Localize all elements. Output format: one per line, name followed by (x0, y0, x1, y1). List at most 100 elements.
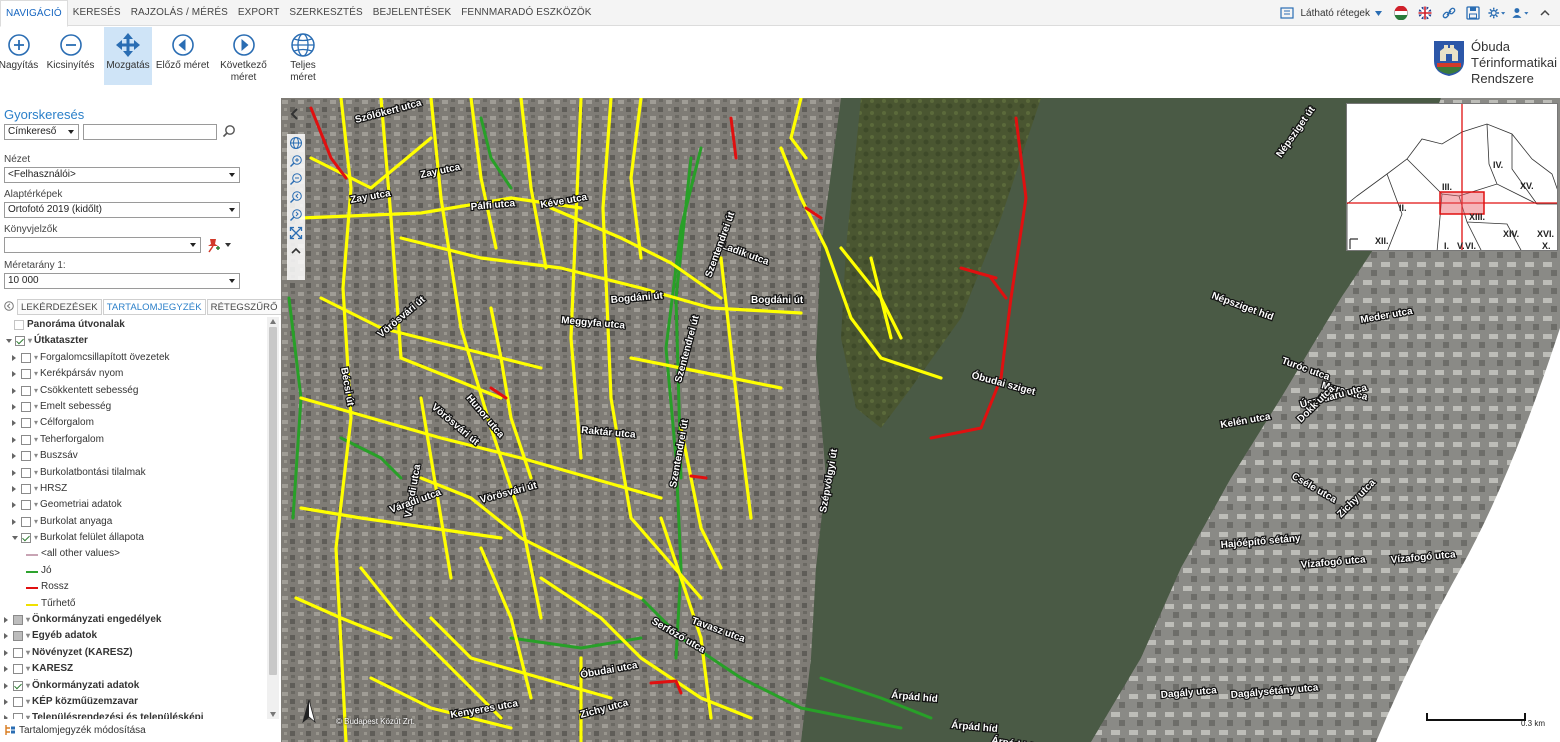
gear-icon[interactable] (1488, 4, 1506, 22)
link-icon[interactable] (1440, 4, 1458, 22)
toc-item[interactable]: ▾ Önkormányzati engedélyek (0, 612, 267, 628)
collapsed-arrow-icon[interactable] (4, 633, 8, 640)
collapsed-arrow-icon[interactable] (4, 715, 8, 719)
layer-checkbox[interactable] (13, 696, 23, 707)
layer-options-icon[interactable]: ▾ (34, 530, 38, 546)
toc-edit-link[interactable]: Tartalomjegyzék módosítása (4, 724, 146, 736)
collapsed-arrow-icon[interactable] (12, 420, 16, 427)
layer-checkbox[interactable] (21, 516, 31, 527)
layer-options-icon[interactable]: ▾ (34, 497, 38, 513)
search-mode-select[interactable]: Címkereső (4, 124, 79, 140)
expanded-arrow-icon[interactable] (12, 536, 18, 541)
layer-options-icon[interactable]: ▾ (26, 661, 30, 677)
toc-item[interactable]: ▾ Településrendezési és településképi (0, 710, 267, 719)
add-bookmark-pin-icon[interactable] (205, 237, 233, 256)
layer-options-icon[interactable]: ▾ (34, 448, 38, 464)
layer-options-icon[interactable]: ▾ (26, 694, 30, 710)
toc-item[interactable]: ▾ Emelt sebesség (0, 399, 267, 415)
toc-item[interactable]: ▾ Geometriai adatok (0, 497, 267, 513)
map-extent-button[interactable] (288, 224, 304, 242)
layer-checkbox[interactable] (13, 680, 23, 691)
search-icon[interactable] (222, 124, 236, 141)
toc-item[interactable]: ▾ Kerékpársáv nyom (0, 366, 267, 382)
collapsed-arrow-icon[interactable] (12, 453, 16, 460)
tab-szerkesztes[interactable]: SZERKESZTÉS (284, 0, 367, 26)
toc-item[interactable]: <all other values> (0, 546, 267, 562)
toc-item[interactable]: ▾ Teherforgalom (0, 432, 267, 448)
toc-item[interactable]: Rossz (0, 579, 267, 595)
view-select[interactable]: <Felhasználói> (4, 167, 240, 183)
layer-checkbox[interactable] (13, 647, 23, 658)
collapsed-arrow-icon[interactable] (12, 436, 16, 443)
toc-item[interactable]: ▾ Önkormányzati adatok (0, 678, 267, 694)
collapsed-arrow-icon[interactable] (12, 371, 16, 378)
save-icon[interactable] (1464, 4, 1482, 22)
toc-item[interactable]: ▾ KÉP közműüzemzavar (0, 694, 267, 710)
layer-options-icon[interactable]: ▾ (34, 415, 38, 431)
collapsed-arrow-icon[interactable] (4, 617, 8, 624)
chevron-up-icon[interactable] (1536, 4, 1554, 22)
overview-extent-box[interactable] (1439, 191, 1485, 215)
tab-queries[interactable]: LEKÉRDEZÉSEK (17, 299, 102, 315)
toc-item[interactable]: ▾ Burkolat felület állapota (0, 530, 267, 546)
pan-button[interactable]: Mozgatás (104, 27, 152, 85)
layer-checkbox[interactable] (21, 467, 31, 478)
layer-options-icon[interactable]: ▾ (34, 481, 38, 497)
layer-checkbox[interactable] (14, 320, 24, 330)
toc-scroll-thumb[interactable] (269, 327, 277, 675)
full-extent-button[interactable]: Teljes méret (274, 27, 332, 85)
tab-bejelentesek[interactable]: BEJELENTÉSEK (368, 0, 456, 26)
layer-options-icon[interactable]: ▾ (26, 612, 30, 628)
layer-checkbox[interactable] (21, 369, 31, 380)
collapse-panel-button[interactable] (287, 106, 303, 122)
bookmarks-select[interactable] (4, 237, 201, 253)
layer-checkbox[interactable] (21, 500, 31, 511)
layer-options-icon[interactable]: ▾ (34, 465, 38, 481)
layer-options-icon[interactable]: ▾ (26, 678, 30, 694)
toc-item[interactable]: ▾ Forgalomcsillapított övezetek (0, 350, 267, 366)
toc-item[interactable]: ▾ Útkataszter (0, 333, 267, 349)
zoom-out-button[interactable]: Kicsinyítés (37, 27, 104, 85)
scale-select[interactable]: 10 000 (4, 273, 240, 289)
layer-checkbox[interactable] (21, 352, 31, 363)
layer-checkbox[interactable] (21, 385, 31, 396)
next-extent-button[interactable]: Következő méret (213, 27, 274, 85)
layer-options-icon[interactable]: ▾ (34, 350, 38, 366)
map-zoom-previous-button[interactable] (288, 188, 304, 206)
map-zoom-next-button[interactable] (288, 206, 304, 224)
toc-item[interactable]: Panoráma útvonalak (0, 317, 267, 333)
tab-rajzolas-meres[interactable]: RAJZOLÁS / MÉRÉS (126, 0, 233, 26)
toc-scrollbar[interactable] (267, 317, 279, 719)
visible-layers-button[interactable]: Látható rétegek (1274, 4, 1387, 22)
overview-map[interactable]: III. II. IV. XV. XIII. XIV. XVI. X. XII. I. V. VI. (1346, 103, 1558, 251)
collapsed-arrow-icon[interactable] (12, 354, 16, 361)
collapsed-arrow-icon[interactable] (12, 518, 16, 525)
layer-options-icon[interactable]: ▾ (34, 366, 38, 382)
tab-layer-filter[interactable]: RÉTEGSZŰRŐ (206, 299, 282, 315)
collapsed-arrow-icon[interactable] (12, 387, 16, 394)
layer-options-icon[interactable]: ▾ (26, 628, 30, 644)
layer-options-icon[interactable]: ▾ (26, 710, 30, 719)
map-tools-collapse-button[interactable] (288, 242, 304, 260)
tab-export[interactable]: EXPORT (233, 0, 285, 26)
layer-checkbox[interactable] (21, 418, 31, 429)
expanded-arrow-icon[interactable] (6, 339, 12, 344)
layer-checkbox[interactable] (21, 401, 31, 412)
english-flag-icon[interactable] (1416, 4, 1434, 22)
toc-item[interactable]: ▾ Növényzet (KARESZ) (0, 645, 267, 661)
toc-item[interactable]: ▾ HRSZ (0, 481, 267, 497)
collapsed-arrow-icon[interactable] (12, 502, 16, 509)
user-icon[interactable] (1512, 4, 1530, 22)
road-segment[interactable] (689, 474, 708, 480)
tabs-scroll-left-icon[interactable] (4, 300, 14, 314)
layer-checkbox[interactable] (21, 434, 31, 445)
layer-checkbox[interactable] (21, 533, 31, 544)
layer-options-icon[interactable]: ▾ (26, 645, 30, 661)
tab-navigacio[interactable]: NAVIGÁCIÓ (0, 0, 68, 27)
map-full-extent-button[interactable] (288, 134, 304, 152)
layer-options-icon[interactable]: ▾ (34, 432, 38, 448)
tab-table-of-contents[interactable]: TARTALOMJEGYZÉK (102, 299, 206, 315)
layer-checkbox[interactable] (15, 336, 25, 347)
toc-item[interactable]: ▾ Burkolat anyaga (0, 514, 267, 530)
tab-fennmarado-eszkozok[interactable]: FENNMARADÓ ESZKÖZÖK (456, 0, 596, 26)
